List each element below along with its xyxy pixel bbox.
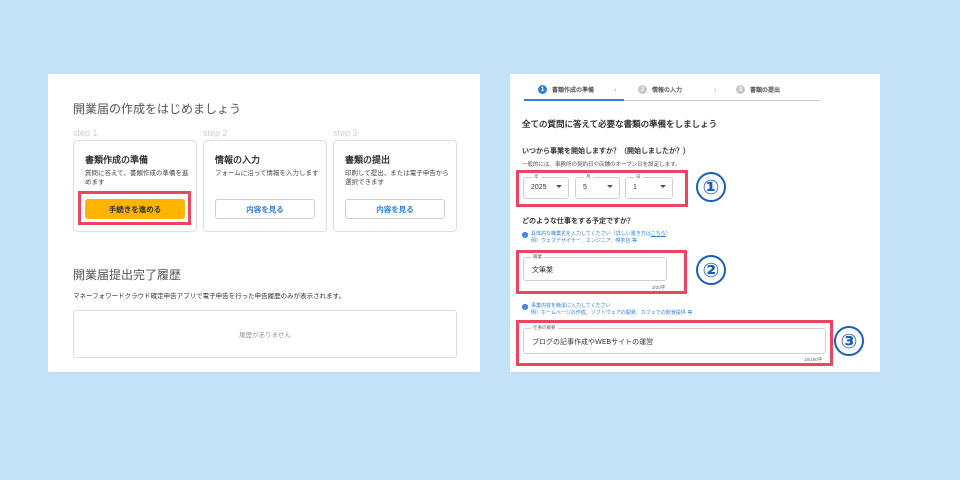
step-label-2: step 2 xyxy=(203,128,228,138)
highlight-work-summary xyxy=(516,320,833,366)
step-card-desc: 質問に答えて、書類作成の準備を進めます xyxy=(85,169,189,186)
history-empty-text: 履歴がありません xyxy=(239,331,291,339)
stepper-item-2[interactable]: 2 情報の入力 xyxy=(638,85,682,94)
chevron-right-icon: › xyxy=(614,86,617,94)
left-panel: 開業届の作成をはじめましょう step 1 step 2 step 3 書類作成… xyxy=(48,74,480,372)
job-info-line1: 具体的な職業名を入力してください（詳しい書き方は xyxy=(531,231,651,237)
callout-1: ① xyxy=(696,172,726,202)
step-card-desc: フォームに沿って情報を入力します xyxy=(215,169,319,177)
stepper-item-1[interactable]: 1 書類作成の準備 xyxy=(538,85,594,94)
job-info-line1-end: ） xyxy=(665,231,671,237)
step-number-3: 3 xyxy=(736,85,745,94)
right-panel: 1 書類作成の準備 › 2 情報の入力 › 3 書類の提出 全ての質問に答えて必… xyxy=(510,74,880,372)
step-number-1: 1 xyxy=(538,85,547,94)
work-info-line2: 例）ホームページの作成、ソフトウェアの開発、カフェでの飲食提供 等 xyxy=(531,310,693,316)
step-card-title: 書類作成の準備 xyxy=(85,156,149,166)
step-card-input: 情報の入力 フォームに沿って情報を入力します 内容を見る xyxy=(203,140,327,232)
question-work-type: どのような仕事をする予定ですか？ xyxy=(522,217,634,225)
step-card-title: 書類の提出 xyxy=(345,156,391,166)
info-circle-icon: i xyxy=(522,232,528,238)
stepper-label-1: 書類作成の準備 xyxy=(552,87,595,94)
work-info-note: i 事業内容を簡潔に入力してください 例）ホームページの作成、ソフトウェアの開発… xyxy=(522,303,692,317)
stepper-label-3: 書類の提出 xyxy=(750,87,781,94)
chevron-right-icon: › xyxy=(714,86,717,94)
highlight-date-selects xyxy=(516,170,688,207)
start-date-note: 一般的には、事務所の契約日や店舗のオープン日を設定します。 xyxy=(522,162,681,168)
step-label-1: step 1 xyxy=(73,128,98,138)
history-empty-box: 履歴がありません xyxy=(73,310,457,358)
step-card-submission: 書類の提出 印刷して提出、または電子申告から選択できます 内容を見る xyxy=(333,140,457,232)
job-help-link[interactable]: こちら xyxy=(651,231,666,237)
step-label-3: step 3 xyxy=(333,128,358,138)
job-info-note: i 具体的な職業名を入力してください（詳しい書き方はこちら） 例）ウェブデザイナ… xyxy=(522,231,671,245)
stepper-active-line xyxy=(524,99,624,101)
info-circle-icon: i xyxy=(522,304,528,310)
question-start-date: いつから事業を開始しますか？（開始しましたか？） xyxy=(522,147,690,155)
highlight-job-field xyxy=(516,250,687,294)
highlight-proceed-button xyxy=(78,191,191,225)
step-number-2: 2 xyxy=(638,85,647,94)
view-input-button[interactable]: 内容を見る xyxy=(215,199,315,219)
view-submission-button[interactable]: 内容を見る xyxy=(345,199,445,219)
stepper-label-2: 情報の入力 xyxy=(652,87,683,94)
form-title: 全ての質問に答えて必要な書類の準備をしましょう xyxy=(522,120,718,130)
history-desc: マネーフォワードクラウド確定申告アプリで電子申告を行った申告履歴のみが表示されま… xyxy=(73,292,345,300)
page-title: 開業届の作成をはじめましょう xyxy=(73,102,242,116)
stepper: 1 書類作成の準備 › 2 情報の入力 › 3 書類の提出 xyxy=(524,82,820,101)
callout-3: ③ xyxy=(834,326,864,356)
history-title: 開業届提出完了履歴 xyxy=(73,268,182,282)
work-info-line1: 事業内容を簡潔に入力してください xyxy=(531,303,611,309)
stepper-item-3[interactable]: 3 書類の提出 xyxy=(736,85,780,94)
step-card-title: 情報の入力 xyxy=(215,156,261,166)
step-card-desc: 印刷して提出、または電子申告から選択できます xyxy=(345,169,449,186)
callout-2: ② xyxy=(696,255,726,285)
job-info-line2: 例）ウェブデザイナー、エンジニア、喫茶店 等 xyxy=(531,238,637,244)
